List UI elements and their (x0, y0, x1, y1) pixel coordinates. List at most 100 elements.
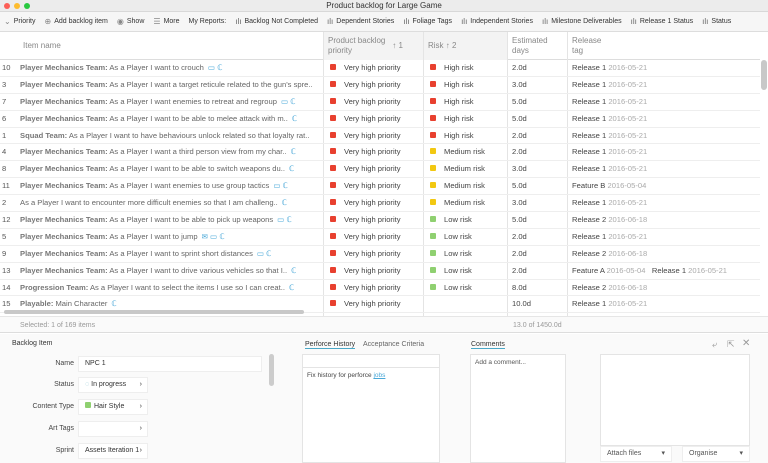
item-name[interactable]: Player Mechanics Team: As a Player I wan… (20, 60, 320, 76)
table-row[interactable]: 13 Player Mechanics Team: As a Player I … (0, 263, 760, 280)
release-tags[interactable]: Release 1 2016-05-21 (572, 144, 654, 160)
item-name[interactable]: As a Player I want to encounter more dif… (20, 195, 320, 211)
item-icons[interactable]: ℂ (292, 114, 297, 123)
estimated-days[interactable]: 2.0d (512, 246, 527, 262)
priority-cell[interactable]: Very high priority (330, 263, 420, 279)
pin-icon[interactable]: ⤶ (712, 339, 717, 350)
release-tag[interactable]: Feature B 2016-05-04 (572, 181, 646, 190)
header-risk[interactable]: Risk ↑ 2 (423, 32, 507, 60)
item-name[interactable]: Progression Team: As a Player I want to … (20, 280, 320, 296)
item-name[interactable]: Player Mechanics Team: As a Player I wan… (20, 178, 320, 194)
release-tag[interactable]: Release 1 2016-05-21 (652, 266, 727, 275)
item-icons[interactable]: ▭ ℂ (273, 181, 288, 190)
art-tags-select[interactable]: › (78, 421, 148, 437)
sprint-select[interactable]: Assets Iteration 1 › (78, 443, 148, 459)
estimated-days[interactable]: 5.0d (512, 94, 527, 110)
release-tags[interactable]: Release 1 2016-05-21 (572, 77, 654, 93)
risk-cell[interactable]: Low risk (430, 246, 506, 262)
estimated-days[interactable]: 5.0d (512, 178, 527, 194)
toolbar-release-1-status[interactable]: ılı Release 1 Status (631, 17, 694, 26)
risk-cell[interactable]: Low risk (430, 280, 506, 296)
toolbar-dependent-stories[interactable]: ılı Dependent Stories (327, 17, 394, 26)
tab-acceptance-criteria[interactable]: Acceptance Criteria (363, 341, 424, 348)
priority-cell[interactable]: Very high priority (330, 296, 420, 312)
estimated-days[interactable]: 2.0d (512, 128, 527, 144)
item-icons[interactable]: ▭ ℂ (257, 249, 272, 258)
minimize-window-button[interactable] (14, 3, 20, 9)
release-tag[interactable]: Release 1 2016-05-21 (572, 164, 647, 173)
release-tags[interactable]: Release 1 2016-05-21 (572, 229, 654, 245)
popout-icon[interactable]: ⇱ (727, 339, 735, 350)
release-tags[interactable]: Release 2 2016-06-18 (572, 212, 654, 228)
item-name[interactable]: Player Mechanics Team: As a Player I wan… (20, 212, 320, 228)
item-name[interactable]: Player Mechanics Team: As a Player I wan… (20, 77, 320, 93)
table-row[interactable]: 3 Player Mechanics Team: As a Player I w… (0, 77, 760, 94)
table-row[interactable]: 14 Progression Team: As a Player I want … (0, 280, 760, 297)
toolbar-status[interactable]: ılı Status (702, 17, 731, 26)
organise-dropdown[interactable]: Organise ▾ (682, 446, 750, 462)
item-icons[interactable]: ℂ (291, 266, 296, 275)
priority-cell[interactable]: Very high priority (330, 128, 420, 144)
release-tags[interactable]: Release 1 2016-05-21 (572, 296, 654, 312)
release-tags[interactable]: Feature A 2016-05-04 Release 1 2016-05-2… (572, 263, 733, 279)
table-row[interactable]: 9 Player Mechanics Team: As a Player I w… (0, 246, 760, 263)
release-tag[interactable]: Release 2 2016-06-18 (572, 249, 647, 258)
table-row[interactable]: 6 Player Mechanics Team: As a Player I w… (0, 111, 760, 128)
header-item-name[interactable]: Item name (18, 32, 323, 60)
priority-cell[interactable]: Very high priority (330, 229, 420, 245)
estimated-days[interactable]: 3.0d (512, 77, 527, 93)
table-row[interactable]: 8 Player Mechanics Team: As a Player I w… (0, 161, 760, 179)
release-tag[interactable]: Feature A 2016-05-04 (572, 266, 646, 275)
release-tags[interactable]: Release 1 2016-05-21 (572, 111, 654, 127)
risk-cell[interactable]: High risk (430, 111, 506, 127)
release-tag[interactable]: Release 1 2016-05-21 (572, 63, 647, 72)
release-tags[interactable]: Feature B 2016-05-04 (572, 178, 653, 194)
priority-cell[interactable]: Very high priority (330, 161, 420, 177)
priority-cell[interactable]: Very high priority (330, 111, 420, 127)
release-tag[interactable]: Release 1 2016-05-21 (572, 299, 647, 308)
priority-cell[interactable]: Very high priority (330, 195, 420, 211)
toolbar-more[interactable]: ☰ More (153, 17, 179, 26)
risk-cell[interactable]: Medium risk (430, 161, 506, 177)
maximize-window-button[interactable] (24, 3, 30, 9)
release-tag[interactable]: Release 2 2016-06-18 (572, 215, 647, 224)
risk-cell[interactable]: High risk (430, 60, 506, 76)
toolbar-independent-stories[interactable]: ılı Independent Stories (461, 17, 533, 26)
table-row[interactable]: 5 Player Mechanics Team: As a Player I w… (0, 229, 760, 246)
header-days[interactable]: Estimated days (507, 32, 567, 60)
item-icons[interactable]: ℂ (289, 283, 294, 292)
item-name[interactable]: Player Mechanics Team: As a Player I wan… (20, 111, 320, 127)
priority-cell[interactable]: Very high priority (330, 60, 420, 76)
estimated-days[interactable]: 2.0d (512, 263, 527, 279)
release-tag[interactable]: Release 1 2016-05-21 (572, 147, 647, 156)
toolbar-backlog-not-completed[interactable]: ılı Backlog Not Completed (235, 17, 318, 26)
vertical-scrollbar[interactable] (761, 60, 767, 90)
estimated-days[interactable]: 5.0d (512, 111, 527, 127)
close-window-button[interactable] (4, 3, 10, 9)
name-field[interactable]: NPC 1 (78, 356, 262, 372)
priority-cell[interactable]: Very high priority (330, 94, 420, 110)
release-tag[interactable]: Release 1 2016-05-21 (572, 198, 647, 207)
item-name[interactable]: Player Mechanics Team: As a Player I wan… (20, 144, 320, 160)
comment-input[interactable]: Add a comment... (470, 354, 566, 463)
risk-cell[interactable]: Low risk (430, 212, 506, 228)
header-release[interactable]: Release tag (567, 32, 757, 60)
status-select[interactable]: ◌ In progress › (78, 377, 148, 393)
release-tags[interactable]: Release 1 2016-05-21 (572, 94, 654, 110)
header-priority[interactable]: Product backlog priority ↑ 1 (323, 32, 423, 60)
priority-cell[interactable]: Very high priority (330, 77, 420, 93)
jobs-link[interactable]: jobs (373, 372, 385, 379)
release-tag[interactable]: Release 1 2016-05-21 (572, 114, 647, 123)
estimated-days[interactable]: 8.0d (512, 280, 527, 296)
attach-files-dropdown[interactable]: Attach files ▾ (600, 446, 672, 462)
release-tag[interactable]: Release 1 2016-05-21 (572, 232, 647, 241)
release-tags[interactable]: Release 1 2016-05-21 (572, 60, 654, 76)
release-tags[interactable]: Release 2 2016-06-18 (572, 280, 654, 296)
release-tags[interactable]: Release 2 2016-06-18 (572, 246, 654, 262)
risk-cell[interactable] (430, 296, 506, 312)
priority-cell[interactable]: Very high priority (330, 144, 420, 160)
risk-cell[interactable]: High risk (430, 128, 506, 144)
toolbar-priority[interactable]: ⌄ Priority (4, 17, 35, 26)
toolbar-show[interactable]: ◉ Show (117, 17, 145, 26)
release-tag[interactable]: Release 1 2016-05-21 (572, 131, 647, 140)
